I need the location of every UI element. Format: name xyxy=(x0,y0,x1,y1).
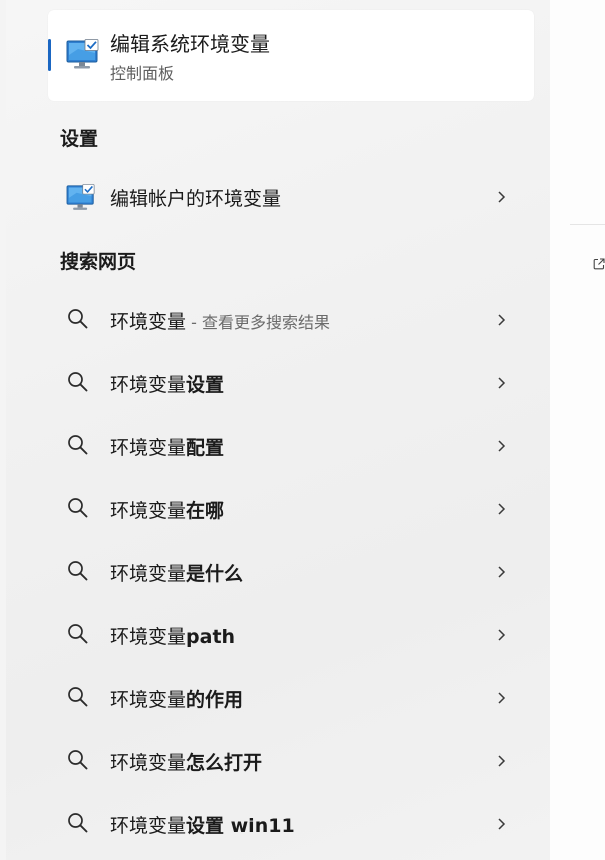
search-results-panel: 编辑系统环境变量 控制面板 设置 编辑帐户的环境变量 搜索网页 环境变量 - 查… xyxy=(6,0,550,860)
web-search-label: 环境变量path xyxy=(110,622,235,649)
web-search-row[interactable]: 环境变量path xyxy=(48,608,534,662)
chevron-right-icon[interactable] xyxy=(496,439,506,453)
search-icon xyxy=(68,750,88,770)
chevron-right-icon[interactable] xyxy=(496,565,506,579)
query-suffix: 配置 xyxy=(186,437,225,459)
query-prefix: 环境变量 xyxy=(110,815,187,837)
chevron-right-icon[interactable] xyxy=(496,502,506,516)
query-prefix: 环境变量 xyxy=(110,374,187,396)
web-search-row[interactable]: 环境变量怎么打开 xyxy=(48,734,534,788)
query-prefix: 环境变量 xyxy=(110,563,187,585)
search-icon xyxy=(68,624,88,644)
web-search-label: 环境变量是什么 xyxy=(110,559,243,586)
query-prefix: 环境变量 xyxy=(110,689,187,711)
web-search-label: 环境变量设置 xyxy=(110,370,224,397)
monitor-checkmark-icon xyxy=(66,184,95,210)
web-search-label: 环境变量 - 查看更多搜索结果 xyxy=(110,307,330,334)
query-suffix: 设置 win11 xyxy=(186,815,295,837)
search-icon xyxy=(68,561,88,581)
monitor-checkmark-icon xyxy=(66,39,99,69)
best-match-title: 编辑系统环境变量 xyxy=(110,32,270,56)
best-match-result[interactable]: 编辑系统环境变量 控制面板 xyxy=(48,10,534,101)
settings-result-row[interactable]: 编辑帐户的环境变量 xyxy=(48,170,534,224)
query-prefix: 环境变量 xyxy=(110,752,187,774)
query-prefix: 环境变量 xyxy=(110,311,187,333)
query-suffix: 设置 xyxy=(186,374,225,396)
best-match-subtitle: 控制面板 xyxy=(110,64,175,83)
web-section-heading: 搜索网页 xyxy=(60,251,137,273)
web-search-label: 环境变量怎么打开 xyxy=(110,748,262,775)
query-suffix: 在哪 xyxy=(186,500,225,522)
chevron-right-icon[interactable] xyxy=(496,628,506,642)
web-search-label: 环境变量配置 xyxy=(110,433,224,460)
query-suffix: 怎么打开 xyxy=(186,752,263,774)
chevron-right-icon[interactable] xyxy=(496,190,506,204)
search-icon xyxy=(68,372,88,392)
query-prefix: 环境变量 xyxy=(110,500,187,522)
search-icon xyxy=(68,309,88,329)
chevron-right-icon[interactable] xyxy=(496,691,506,705)
open-external-icon[interactable] xyxy=(593,258,605,270)
preview-divider xyxy=(570,224,605,225)
query-suffix: path xyxy=(186,626,236,648)
chevron-right-icon[interactable] xyxy=(496,817,506,831)
web-search-label: 环境变量的作用 xyxy=(110,685,243,712)
settings-result-label: 编辑帐户的环境变量 xyxy=(110,188,282,210)
search-icon xyxy=(68,498,88,518)
preview-pane xyxy=(550,0,605,860)
chevron-right-icon[interactable] xyxy=(496,754,506,768)
web-search-row[interactable]: 环境变量设置 xyxy=(48,356,534,410)
web-search-row[interactable]: 环境变量的作用 xyxy=(48,671,534,725)
query-suffix: 的作用 xyxy=(186,689,244,711)
chevron-right-icon[interactable] xyxy=(496,376,506,390)
web-search-row[interactable]: 环境变量设置 win11 xyxy=(48,797,534,851)
query-hint: - 查看更多搜索结果 xyxy=(186,313,330,332)
search-icon xyxy=(68,687,88,707)
query-prefix: 环境变量 xyxy=(110,437,187,459)
query-prefix: 环境变量 xyxy=(110,626,187,648)
chevron-right-icon[interactable] xyxy=(496,313,506,327)
search-icon xyxy=(68,813,88,833)
web-search-row[interactable]: 环境变量 - 查看更多搜索结果 xyxy=(48,293,534,347)
search-icon xyxy=(68,435,88,455)
query-suffix: 是什么 xyxy=(186,563,244,585)
web-search-row[interactable]: 环境变量是什么 xyxy=(48,545,534,599)
settings-section-heading: 设置 xyxy=(60,128,99,150)
web-search-label: 环境变量在哪 xyxy=(110,496,224,523)
web-search-label: 环境变量设置 win11 xyxy=(110,811,295,838)
web-search-row[interactable]: 环境变量配置 xyxy=(48,419,534,473)
web-search-row[interactable]: 环境变量在哪 xyxy=(48,482,534,536)
selection-indicator xyxy=(48,39,51,71)
